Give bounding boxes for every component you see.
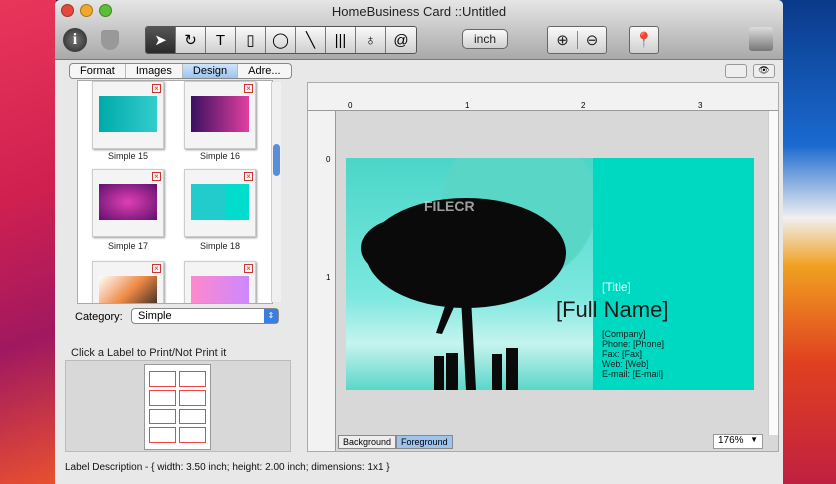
unit-button[interactable]: inch bbox=[462, 29, 508, 49]
ruler-tick: 3 bbox=[698, 101, 703, 110]
design-thumb[interactable]: × bbox=[184, 169, 256, 237]
delete-icon[interactable]: × bbox=[152, 264, 161, 273]
view-toggle-button[interactable] bbox=[725, 64, 747, 78]
ruler-tick: 1 bbox=[326, 273, 331, 282]
line-tool-icon[interactable]: ╲ bbox=[296, 27, 326, 53]
map-pin-icon[interactable]: 📍 bbox=[629, 26, 659, 54]
delete-icon[interactable]: × bbox=[152, 84, 161, 93]
card-web: Web: [Web] bbox=[602, 359, 649, 369]
design-gallery: × Simple 15 × Simple 16 × Simple 17 × Si… bbox=[77, 80, 273, 304]
horizontal-ruler: 0 1 2 3 bbox=[308, 83, 778, 111]
card-contact[interactable]: [Company] Phone: [Phone] Fax: [Fax] Web:… bbox=[602, 329, 664, 379]
delete-icon[interactable]: × bbox=[244, 172, 253, 181]
thumb-label: Simple 15 bbox=[107, 151, 149, 161]
label-cell[interactable] bbox=[149, 408, 176, 425]
theater-mask-icon[interactable] bbox=[101, 30, 119, 50]
design-thumb[interactable]: × bbox=[92, 261, 164, 303]
toolbar: HomeBusiness Card ::Untitled i ➤ ↻ T ▯ ◯… bbox=[55, 0, 783, 60]
category-select[interactable]: Simple ⇕ bbox=[131, 308, 279, 324]
label-cell[interactable] bbox=[149, 427, 176, 443]
rectangle-tool-icon[interactable]: ▯ bbox=[236, 27, 266, 53]
label-cell[interactable] bbox=[179, 427, 206, 443]
zoom-select[interactable]: 176% ▼ bbox=[713, 434, 763, 449]
label-cell[interactable] bbox=[179, 389, 206, 406]
barcode-tool-icon[interactable]: ||| bbox=[326, 27, 356, 53]
window-title: HomeBusiness Card ::Untitled bbox=[331, 4, 507, 19]
label-cell[interactable] bbox=[179, 408, 206, 425]
select-arrow-icon[interactable]: ➤ bbox=[146, 27, 176, 53]
tab-images[interactable]: Images bbox=[126, 64, 183, 78]
watermark: FILECR bbox=[424, 198, 475, 214]
category-label: Category: bbox=[75, 311, 123, 323]
thumb-label: Simple 16 bbox=[199, 151, 241, 161]
zoom-controls: ⊕ ⊖ bbox=[547, 26, 607, 54]
text-tool-icon[interactable]: T bbox=[206, 27, 236, 53]
label-cell[interactable] bbox=[149, 389, 176, 406]
tree-silhouette bbox=[361, 198, 566, 390]
label-cell[interactable] bbox=[149, 371, 176, 387]
print-hint: Click a Label to Print/Not Print it bbox=[71, 347, 227, 359]
tab-address[interactable]: Adre... bbox=[238, 64, 290, 78]
card-fax: Fax: [Fax] bbox=[602, 349, 643, 359]
label-cell[interactable] bbox=[179, 371, 206, 387]
panel-tabs: Format Images Design Adre... bbox=[69, 63, 292, 79]
category-value: Simple bbox=[138, 310, 172, 322]
ruler-tick: 2 bbox=[581, 101, 586, 110]
zoom-value: 176% bbox=[718, 435, 744, 446]
canvas-scrollbar[interactable] bbox=[768, 111, 778, 435]
desktop-wallpaper-right bbox=[780, 0, 836, 484]
delete-icon[interactable]: × bbox=[152, 172, 161, 181]
design-thumb[interactable]: × bbox=[92, 81, 164, 149]
design-thumb[interactable]: × bbox=[92, 169, 164, 237]
chevron-updown-icon: ⇕ bbox=[264, 309, 278, 323]
label-sheet bbox=[144, 364, 211, 450]
image-tool-icon[interactable]: ♁ bbox=[356, 27, 386, 53]
info-icon[interactable]: i bbox=[63, 28, 87, 52]
desktop-wallpaper-left bbox=[0, 0, 56, 484]
card-title[interactable]: [Title] bbox=[602, 280, 631, 294]
tab-design[interactable]: Design bbox=[182, 64, 239, 78]
tab-foreground[interactable]: Foreground bbox=[396, 435, 453, 449]
design-thumb[interactable]: × bbox=[184, 261, 256, 303]
card-phone: Phone: [Phone] bbox=[602, 339, 665, 349]
label-sheet-preview bbox=[65, 360, 291, 452]
thumb-label: Simple 17 bbox=[107, 241, 149, 251]
ruler-tick: 0 bbox=[348, 101, 353, 110]
email-tool-icon[interactable]: @ bbox=[386, 27, 416, 53]
tab-format[interactable]: Format bbox=[70, 64, 126, 78]
delete-icon[interactable]: × bbox=[244, 264, 253, 273]
rotate-icon[interactable]: ↻ bbox=[176, 27, 206, 53]
drawing-tools: ➤ ↻ T ▯ ◯ ╲ ||| ♁ @ bbox=[145, 26, 417, 54]
card-email: E-mail: [E-mail] bbox=[602, 369, 664, 379]
vertical-ruler: 0 1 bbox=[308, 111, 336, 451]
thumb-label: Simple 18 bbox=[199, 241, 241, 251]
delete-icon[interactable]: × bbox=[244, 84, 253, 93]
layer-tabs: Background Foreground bbox=[338, 435, 453, 449]
chevron-down-icon: ▼ bbox=[750, 435, 758, 444]
business-card[interactable]: FILECR [Title] [Full Name] [Company] Pho… bbox=[346, 158, 754, 390]
status-bar: Label Description - { width: 3.50 inch; … bbox=[65, 462, 390, 473]
app-window: HomeBusiness Card ::Untitled i ➤ ↻ T ▯ ◯… bbox=[55, 0, 783, 484]
preview-eye-icon[interactable]: 👁 bbox=[753, 64, 775, 78]
design-thumb[interactable]: × bbox=[184, 81, 256, 149]
zoom-in-icon[interactable]: ⊕ bbox=[548, 31, 577, 49]
gallery-scrollbar[interactable] bbox=[271, 82, 281, 302]
print-icon[interactable] bbox=[749, 27, 773, 51]
tab-background[interactable]: Background bbox=[338, 435, 397, 449]
ruler-tick: 0 bbox=[326, 155, 331, 164]
ellipse-tool-icon[interactable]: ◯ bbox=[266, 27, 296, 53]
card-company: [Company] bbox=[602, 329, 646, 339]
tree-photo: FILECR bbox=[346, 158, 593, 390]
card-full-name[interactable]: [Full Name] bbox=[556, 297, 668, 323]
ruler-tick: 1 bbox=[465, 101, 470, 110]
zoom-out-icon[interactable]: ⊖ bbox=[576, 31, 606, 49]
